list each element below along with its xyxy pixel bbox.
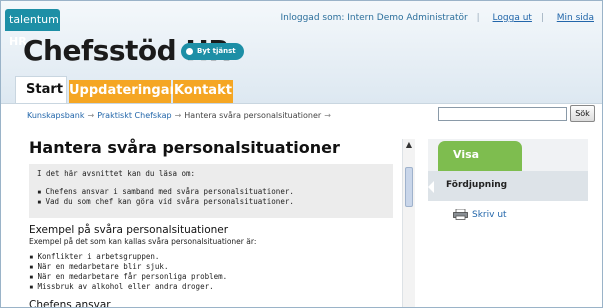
list-item: Konflikter i arbetsgruppen.	[29, 252, 227, 262]
switch-service-button[interactable]: Byt tjänst	[181, 43, 244, 60]
switch-service-label: Byt tjänst	[197, 47, 236, 55]
breadcrumb-kunskapsbank[interactable]: Kunskapsbank	[27, 111, 84, 120]
separator: |	[540, 13, 544, 23]
list-item: Chefens ansvar i samband med svåra perso…	[37, 187, 294, 197]
caret-left-icon	[428, 181, 434, 193]
breadcrumb: Kunskapsbank → Praktiskt Chefskap → Hantera …	[27, 111, 334, 120]
logo-prefix: talentum	[9, 13, 59, 26]
user-links: Inloggad som: Intern Demo Administratör …	[271, 13, 594, 23]
list-item: När en medarbetare blir sjuk.	[29, 262, 227, 272]
search-button[interactable]: Sök	[570, 105, 595, 122]
article-scrollbar[interactable]: ▲	[402, 139, 415, 307]
intro-text: I det här avsnittet kan du läsa om:	[37, 169, 196, 178]
dot-icon	[186, 48, 193, 55]
list-item: Missbruk av alkohol eller andra droger.	[29, 282, 227, 292]
search-input[interactable]	[438, 107, 567, 121]
header-divider	[1, 103, 602, 104]
examples-list: Konflikter i arbetsgruppen. När en medar…	[29, 252, 228, 292]
breadcrumb-praktiskt-chefskap[interactable]: Praktiskt Chefskap	[97, 111, 171, 120]
tab-uppdateringar[interactable]: Uppdateringar	[69, 80, 176, 103]
examples-heading: Exempel på svåra personalsituationer	[29, 224, 229, 236]
breadcrumb-arrow: →	[324, 111, 331, 120]
filter-label: Fördjupning	[446, 180, 508, 190]
logged-in-text: Inloggad som: Intern Demo Administratör	[280, 13, 468, 23]
breadcrumb-arrow: →	[174, 111, 182, 120]
print-link[interactable]: Skriv ut	[472, 210, 507, 220]
list-item: Vad du som chef kan göra vid svåra perso…	[37, 197, 294, 207]
my-page-link[interactable]: Min sida	[557, 13, 594, 23]
article: Hantera svåra personalsituationer I det …	[25, 133, 397, 308]
list-item: När en medarbetare får personliga proble…	[29, 272, 228, 282]
logout-link[interactable]: Logga ut	[493, 13, 532, 23]
responsibility-heading: Chefens ansvar	[29, 299, 111, 308]
article-title: Hantera svåra personalsituationer	[29, 138, 340, 157]
page-frame: talentum HR Chefsstöd HR Byt tjänst Inlo…	[0, 0, 603, 308]
breadcrumb-arrow: →	[87, 111, 95, 120]
tab-kontakt[interactable]: Kontakt	[173, 80, 233, 103]
breadcrumb-current: Hantera svåra personalsituationer	[184, 111, 322, 120]
scrollbar-thumb[interactable]	[405, 167, 413, 207]
tab-start[interactable]: Start	[15, 76, 67, 103]
separator: |	[476, 13, 480, 23]
talentum-logo[interactable]: talentum HR	[5, 9, 60, 48]
chevron-up-icon[interactable]: ▲	[403, 139, 415, 151]
show-only-tab[interactable]: Visa endast	[438, 141, 522, 189]
intro-box: I det här avsnittet kan du läsa om: Chef…	[29, 164, 393, 218]
examples-text: Exempel på det som kan kallas svåra pers…	[29, 237, 257, 246]
intro-list: Chefens ansvar i samband med svåra perso…	[37, 187, 294, 207]
printer-icon[interactable]	[453, 209, 468, 220]
